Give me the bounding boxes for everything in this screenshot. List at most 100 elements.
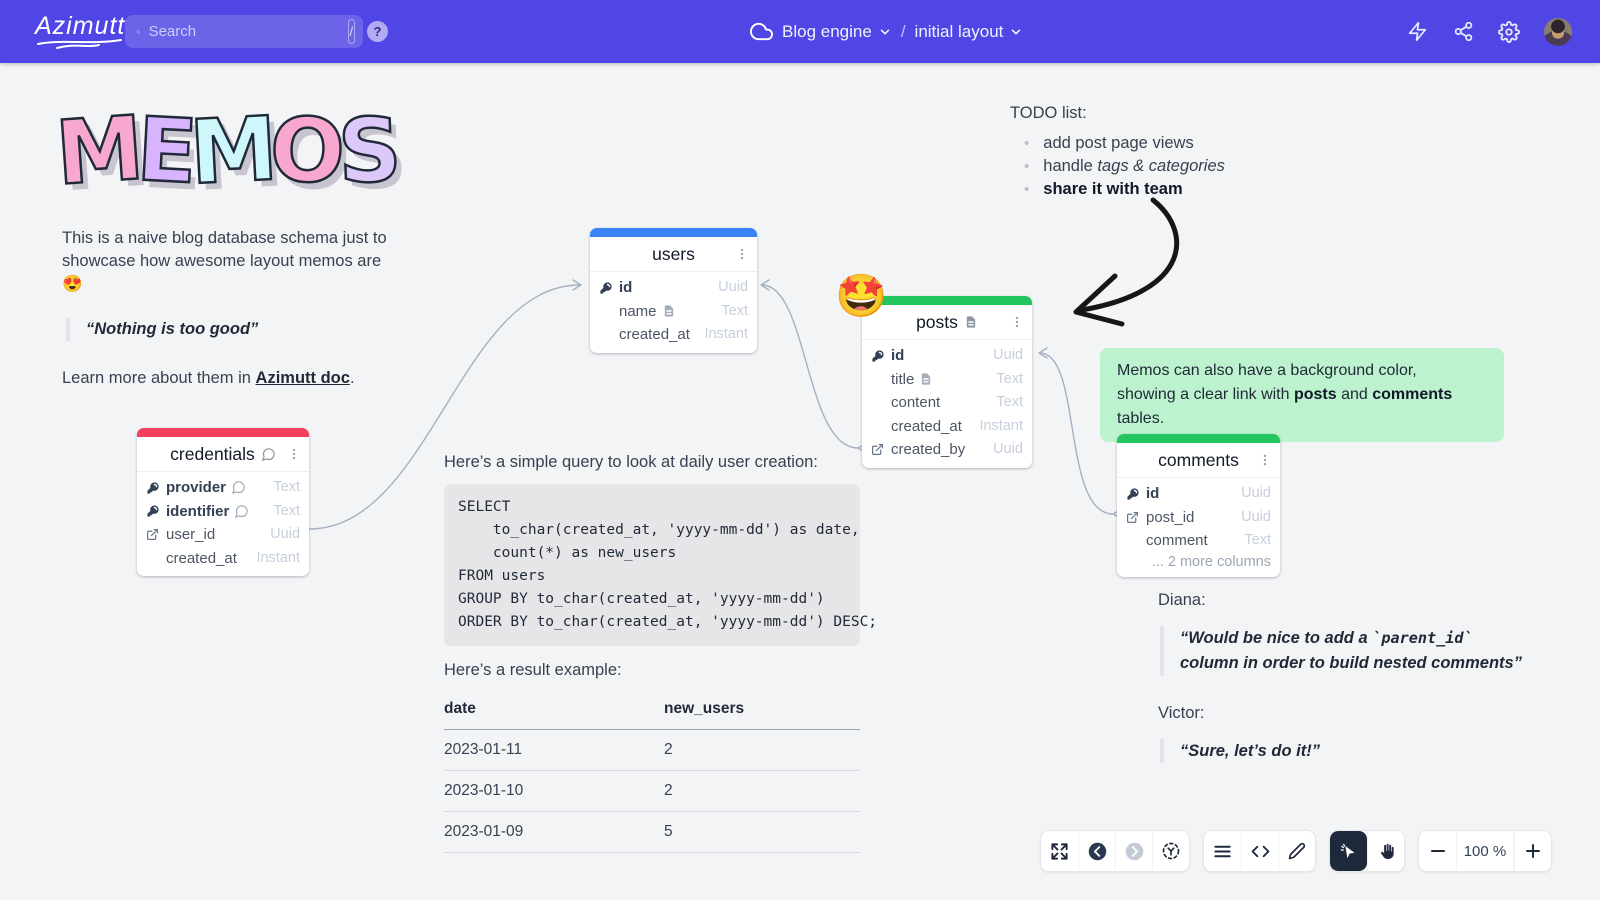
memo-memos-title[interactable]: MEMOS [56,107,446,195]
settings-button[interactable] [1498,21,1520,43]
navbar-actions [1406,0,1572,63]
table-columns: providerTextidentifierTextuser_idUuidcre… [137,472,309,576]
column-row-id[interactable]: idUuid [1117,482,1280,506]
column-row-created_at[interactable]: created_atInstant [862,415,1032,439]
table-header[interactable]: users [590,237,757,272]
memo-intro[interactable]: This is a naive blog database schema jus… [62,227,402,390]
table-header[interactable]: posts [862,305,1032,340]
quick-actions-button[interactable] [1406,21,1428,43]
user-avatar[interactable] [1544,18,1572,46]
column-row-id[interactable]: idUuid [862,344,1032,368]
code-icon [1251,842,1270,861]
column-row-name[interactable]: nameText [590,300,757,324]
azimutt-doc-link[interactable]: Azimutt doc [256,369,350,387]
table-title: credentials [170,444,255,465]
text-segment: add post page views [1043,134,1193,152]
code-line: to_char(created_at, 'yyyy-mm-dd') as dat… [458,519,846,542]
more-columns-label[interactable]: ... 2 more columns [1117,553,1280,571]
azimutt-logo[interactable]: Azimutt [35,12,125,50]
auto-arrange-button[interactable] [1152,831,1189,871]
column-name: content [891,392,940,414]
memo-todo[interactable]: TODO list: •add post page views•handle t… [1010,104,1225,201]
table-menu-button[interactable] [735,246,749,262]
foreign-key-icon [1126,511,1141,524]
text-segment: posts [1294,386,1337,403]
search-box[interactable]: / [125,15,363,48]
search-input[interactable] [149,23,348,40]
edit-memo-button[interactable] [1278,831,1315,871]
table-color-bar [862,296,1032,305]
layout-selector[interactable]: initial layout [915,22,1024,42]
star-struck-emoji[interactable]: 🤩 [835,275,887,317]
hand-icon [1377,842,1396,861]
gear-icon [1498,21,1520,43]
memos-letter: M [187,105,279,197]
column-row-title[interactable]: titleText [862,368,1032,392]
source-code-button[interactable] [1241,831,1278,871]
column-row-provider[interactable]: providerText [137,476,309,500]
column-name: post_id [1146,507,1194,529]
chevron-down-icon [1009,25,1023,39]
result-table: datenew_users2023-01-1122023-01-1022023-… [444,689,860,853]
undo-button[interactable] [1078,831,1115,871]
text-segment: share it with team [1043,180,1182,198]
column-row-identifier[interactable]: identifierText [137,500,309,524]
table-card-credentials[interactable]: credentials providerTextidentifierTextuse… [137,428,309,576]
zoom-in-button[interactable] [1514,831,1551,871]
primary-key-icon [871,349,886,363]
comment-icon [261,447,276,462]
table-card-comments[interactable]: comments idUuidpost_idUuidcommentText... … [1117,434,1280,577]
table-card-posts[interactable]: posts idUuidtitleTextcontentTextcreated_a… [862,296,1032,468]
diagram-canvas[interactable]: MEMOS This is a naive blog database sche… [0,63,1600,900]
column-row-created_at[interactable]: created_atInstant [137,547,309,571]
table-color-bar [137,428,309,437]
project-selector[interactable]: Blog engine [782,22,892,42]
comment-icon [231,480,246,495]
fit-to-screen-button[interactable] [1041,831,1078,871]
column-type: Instant [969,416,1023,438]
zoom-level: 100 % [1456,831,1514,871]
search-shortcut-key: / [348,19,355,44]
table-menu-button[interactable] [1258,452,1272,468]
column-name: created_at [619,324,690,346]
table-header[interactable]: credentials [137,437,309,472]
code-line: FROM users [458,565,846,588]
share-button[interactable] [1452,21,1474,43]
column-row-created_at[interactable]: created_atInstant [590,323,757,347]
memo-green-note[interactable]: Memos can also have a background color, … [1100,348,1504,442]
column-name: user_id [166,524,215,546]
column-row-id[interactable]: idUuid [590,276,757,300]
table-card-users[interactable]: users idUuidnameTextcreated_atInstant [590,228,757,353]
help-button[interactable]: ? [367,21,388,42]
forward-circle-icon [1124,841,1145,862]
column-type: Uuid [983,345,1023,367]
breadcrumb-separator: / [901,22,906,42]
relation-arrowhead [573,280,581,290]
table-menu-button[interactable] [287,446,301,462]
column-row-user_id[interactable]: user_idUuid [137,523,309,547]
pan-mode-button[interactable] [1367,831,1404,871]
table-columns: idUuidtitleTextcontentTextcreated_atInst… [862,340,1032,468]
toolbar-tools-group [1203,830,1316,872]
table-title: posts [916,312,958,333]
table-header[interactable]: comments [1117,443,1280,478]
arrow-drawing[interactable] [1076,200,1177,324]
zoom-out-button[interactable] [1419,831,1456,871]
memo-discussion[interactable]: Diana: “Would be nice to add a `parent_i… [1158,591,1528,763]
result-header: date [444,689,664,730]
relation-arrowhead [1039,348,1047,358]
column-type: Text [711,301,748,323]
memo-sql[interactable]: Here’s a simple query to look at daily u… [444,453,860,853]
table-menu-button[interactable] [1010,314,1024,330]
column-row-content[interactable]: contentText [862,391,1032,415]
details-button[interactable] [1204,831,1241,871]
redo-button[interactable] [1115,831,1152,871]
doc-icon [662,304,676,318]
select-mode-button[interactable] [1330,831,1367,871]
arrange-icon [1161,841,1181,861]
column-row-comment[interactable]: commentText [1117,529,1280,553]
result-cell: 2 [664,730,860,771]
toolbar-view-group [1040,830,1190,872]
column-row-post_id[interactable]: post_idUuid [1117,506,1280,530]
column-row-created_by[interactable]: created_byUuid [862,438,1032,462]
